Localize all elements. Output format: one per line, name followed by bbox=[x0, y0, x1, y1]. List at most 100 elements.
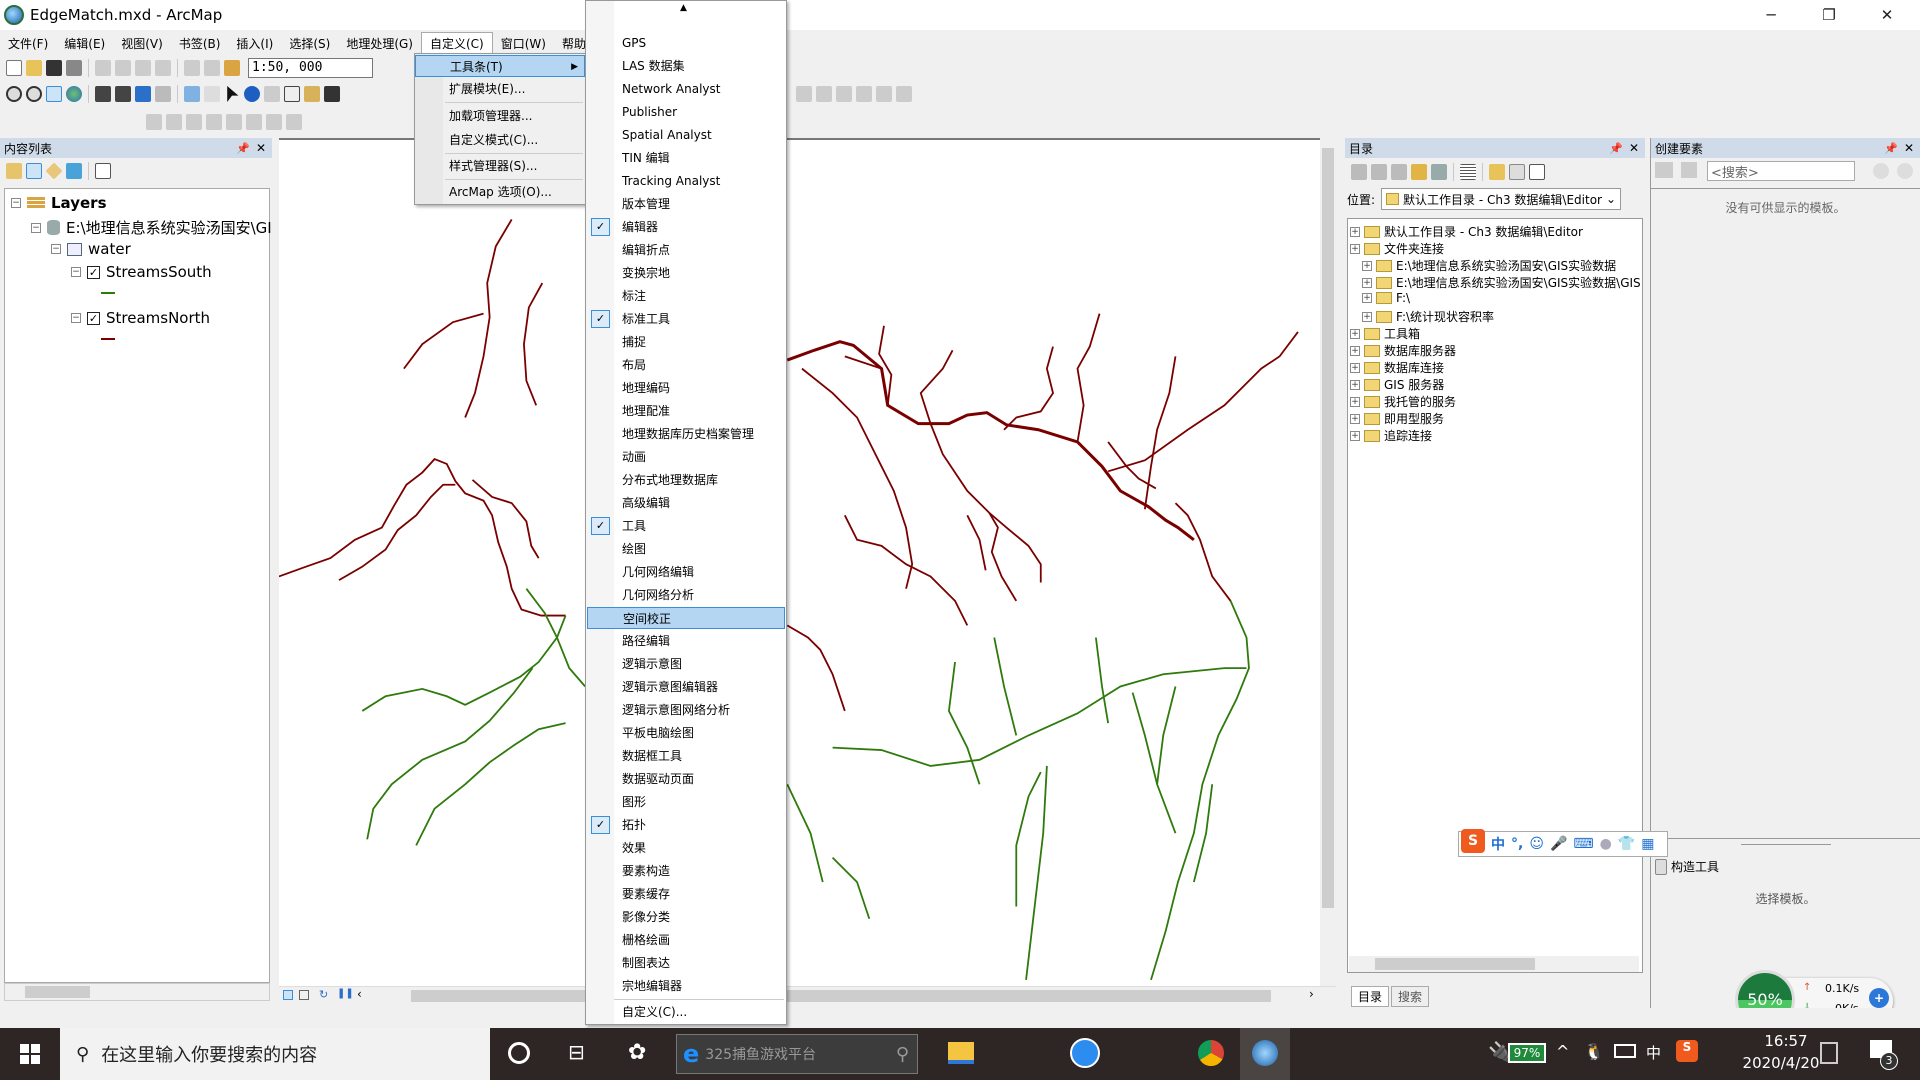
find-icon[interactable] bbox=[324, 86, 340, 102]
toolbox-icon[interactable]: ▦ bbox=[1641, 836, 1654, 852]
toggle-tree-icon[interactable] bbox=[1509, 164, 1525, 180]
toolbar-menu-item[interactable]: 平板电脑绘图 bbox=[587, 722, 785, 744]
toolbar-menu-item[interactable]: 逻辑示意图编辑器 bbox=[587, 676, 785, 698]
print-icon[interactable] bbox=[66, 60, 82, 76]
show-hidden-icons[interactable]: ^ bbox=[1556, 1042, 1569, 1061]
toolbar-menu-item[interactable]: 要素缓存 bbox=[587, 883, 785, 905]
toolbar-menu-item[interactable]: 影像分类 bbox=[587, 906, 785, 928]
file-explorer-icon[interactable] bbox=[948, 1042, 974, 1064]
task-view-icon[interactable]: ⊟ bbox=[568, 1040, 585, 1064]
options-icon[interactable] bbox=[95, 163, 111, 179]
sketch-properties-icon[interactable] bbox=[286, 114, 302, 130]
tab-catalog[interactable]: 目录 bbox=[1351, 986, 1390, 1007]
visibility-checkbox[interactable]: ✓ bbox=[87, 311, 100, 325]
toolbar-menu-item[interactable]: 捕捉 bbox=[587, 331, 785, 353]
menu-item-arcmap-options[interactable]: ArcMap 选项(O)... bbox=[415, 181, 585, 203]
expand-icon[interactable]: + bbox=[1350, 226, 1360, 237]
group-node[interactable]: − water bbox=[51, 240, 131, 258]
forward-icon[interactable] bbox=[155, 86, 171, 102]
menu-insert[interactable]: 插入(I) bbox=[228, 33, 281, 54]
validate-icon[interactable] bbox=[856, 86, 872, 102]
edit-tool-icon[interactable] bbox=[146, 114, 162, 130]
select-elements-icon[interactable] bbox=[227, 86, 239, 102]
expand-icon[interactable]: + bbox=[1362, 311, 1372, 322]
map-vertical-scrollbar[interactable] bbox=[1320, 138, 1336, 986]
catalog-tree-item[interactable]: + 文件夹连接 bbox=[1350, 240, 1444, 257]
rotate-icon[interactable] bbox=[246, 114, 262, 130]
full-extent-icon[interactable] bbox=[66, 86, 82, 102]
options-icon[interactable] bbox=[1529, 164, 1545, 180]
template-search-input[interactable]: <搜索> bbox=[1707, 161, 1855, 181]
minimize-button[interactable]: ─ bbox=[1742, 0, 1800, 30]
toolbar-menu-item[interactable]: ✓ 编辑器 bbox=[587, 216, 785, 238]
toolbar-menu-item[interactable]: 地理编码 bbox=[587, 377, 785, 399]
toolbar-menu-item[interactable]: 版本管理 bbox=[587, 193, 785, 215]
menu-selection[interactable]: 选择(S) bbox=[281, 33, 338, 54]
catalog-tree-item[interactable]: + F:\ bbox=[1362, 291, 1410, 305]
toolbar-menu-item[interactable]: 绘图 bbox=[587, 538, 785, 560]
toolbar-menu-item[interactable]: Tracking Analyst bbox=[587, 170, 785, 192]
list-by-source-icon[interactable] bbox=[26, 163, 42, 179]
catalog-tree-item[interactable]: + 数据库服务器 bbox=[1350, 342, 1456, 359]
views-icon[interactable] bbox=[1460, 164, 1476, 180]
toolbar-menu-item[interactable]: Network Analyst bbox=[587, 78, 785, 100]
menu-file[interactable]: 文件(F) bbox=[0, 33, 56, 54]
sogou-logo-icon[interactable]: S bbox=[1461, 829, 1485, 853]
menu-edit[interactable]: 编辑(E) bbox=[56, 33, 113, 54]
shared-features-icon[interactable] bbox=[836, 86, 852, 102]
toolbar-menu-item[interactable]: 空间校正 bbox=[587, 607, 785, 629]
add-icon[interactable]: + bbox=[1869, 988, 1889, 1008]
scroll-thumb[interactable] bbox=[1322, 148, 1334, 908]
scroll-right-icon[interactable]: › bbox=[1309, 987, 1314, 1001]
cortana-icon[interactable] bbox=[508, 1042, 530, 1064]
toolbar-menu-item[interactable]: 要素构造 bbox=[587, 860, 785, 882]
layers-node[interactable]: − Layers bbox=[11, 194, 107, 212]
search-icon[interactable] bbox=[1873, 163, 1889, 179]
toolbar-menu-item[interactable]: 标注 bbox=[587, 285, 785, 307]
pause-icon[interactable]: ❚❚ bbox=[337, 988, 354, 999]
expand-icon[interactable]: + bbox=[1350, 413, 1360, 424]
catalog-tree-item[interactable]: + 默认工作目录 - Ch3 数据编辑\Editor bbox=[1350, 223, 1583, 240]
scroll-thumb[interactable] bbox=[1375, 958, 1535, 970]
pin-icon[interactable]: 📌 bbox=[236, 142, 250, 155]
pin-icon[interactable]: 📌 bbox=[1609, 142, 1623, 155]
chevron-down-icon[interactable]: ⌄ bbox=[1606, 192, 1620, 206]
toolbar-menu-item[interactable]: 编辑折点 bbox=[587, 239, 785, 261]
datasource-node[interactable]: − E:\地理信息系统实验汤国安\GI bbox=[31, 217, 272, 238]
catalog-tree-item[interactable]: + 即用型服务 bbox=[1350, 410, 1444, 427]
layer-streams-south[interactable]: − ✓ StreamsSouth bbox=[71, 263, 212, 281]
taskbar-ime-mode[interactable]: 中 bbox=[1646, 1042, 1661, 1063]
scale-input[interactable]: 1:50, 000 bbox=[248, 58, 373, 78]
toolbar-menu-item[interactable]: 布局 bbox=[587, 354, 785, 376]
windows-start-icon[interactable] bbox=[20, 1044, 40, 1064]
visibility-checkbox[interactable]: ✓ bbox=[87, 265, 100, 279]
toolbar-menu-item[interactable]: ✓ 标准工具 bbox=[587, 308, 785, 330]
restore-button[interactable]: ❐ bbox=[1800, 0, 1858, 30]
paste-icon[interactable] bbox=[135, 60, 151, 76]
toolbar-menu-item[interactable]: 动画 bbox=[587, 446, 785, 468]
ime-punct[interactable]: °, bbox=[1511, 836, 1523, 852]
menu-item-customize-mode[interactable]: 自定义模式(C)... bbox=[415, 129, 585, 151]
edit-annotation-icon[interactable] bbox=[166, 114, 182, 130]
connect-folder-icon[interactable] bbox=[1489, 164, 1505, 180]
topology-edit-icon[interactable] bbox=[796, 86, 812, 102]
catalog-tree-item[interactable]: + 数据库连接 bbox=[1350, 359, 1444, 376]
qq-icon[interactable]: 🐧 bbox=[1584, 1042, 1604, 1061]
collapse-icon[interactable]: − bbox=[11, 198, 21, 208]
chrome-icon[interactable] bbox=[1196, 1038, 1226, 1068]
menu-geoprocessing[interactable]: 地理处理(G) bbox=[338, 33, 421, 54]
clock-app-icon[interactable] bbox=[1070, 1038, 1100, 1068]
toolbar-menu-item[interactable]: 地理配准 bbox=[587, 400, 785, 422]
expand-icon[interactable]: + bbox=[1362, 293, 1372, 303]
up-one-level-icon[interactable] bbox=[1391, 164, 1407, 180]
split-icon[interactable] bbox=[226, 114, 242, 130]
menu-customize[interactable]: 自定义(C) bbox=[420, 32, 493, 54]
toolbar-menu-item[interactable]: 变换宗地 bbox=[587, 262, 785, 284]
undo-icon[interactable] bbox=[184, 60, 200, 76]
notes-icon[interactable] bbox=[1820, 1042, 1838, 1064]
organize-templates-icon[interactable] bbox=[1681, 162, 1697, 178]
catalog-tree-item[interactable]: + 追踪连接 bbox=[1350, 427, 1432, 444]
delete-icon[interactable] bbox=[155, 60, 171, 76]
list-by-selection-icon[interactable] bbox=[66, 163, 82, 179]
error-inspector-icon[interactable] bbox=[876, 86, 892, 102]
